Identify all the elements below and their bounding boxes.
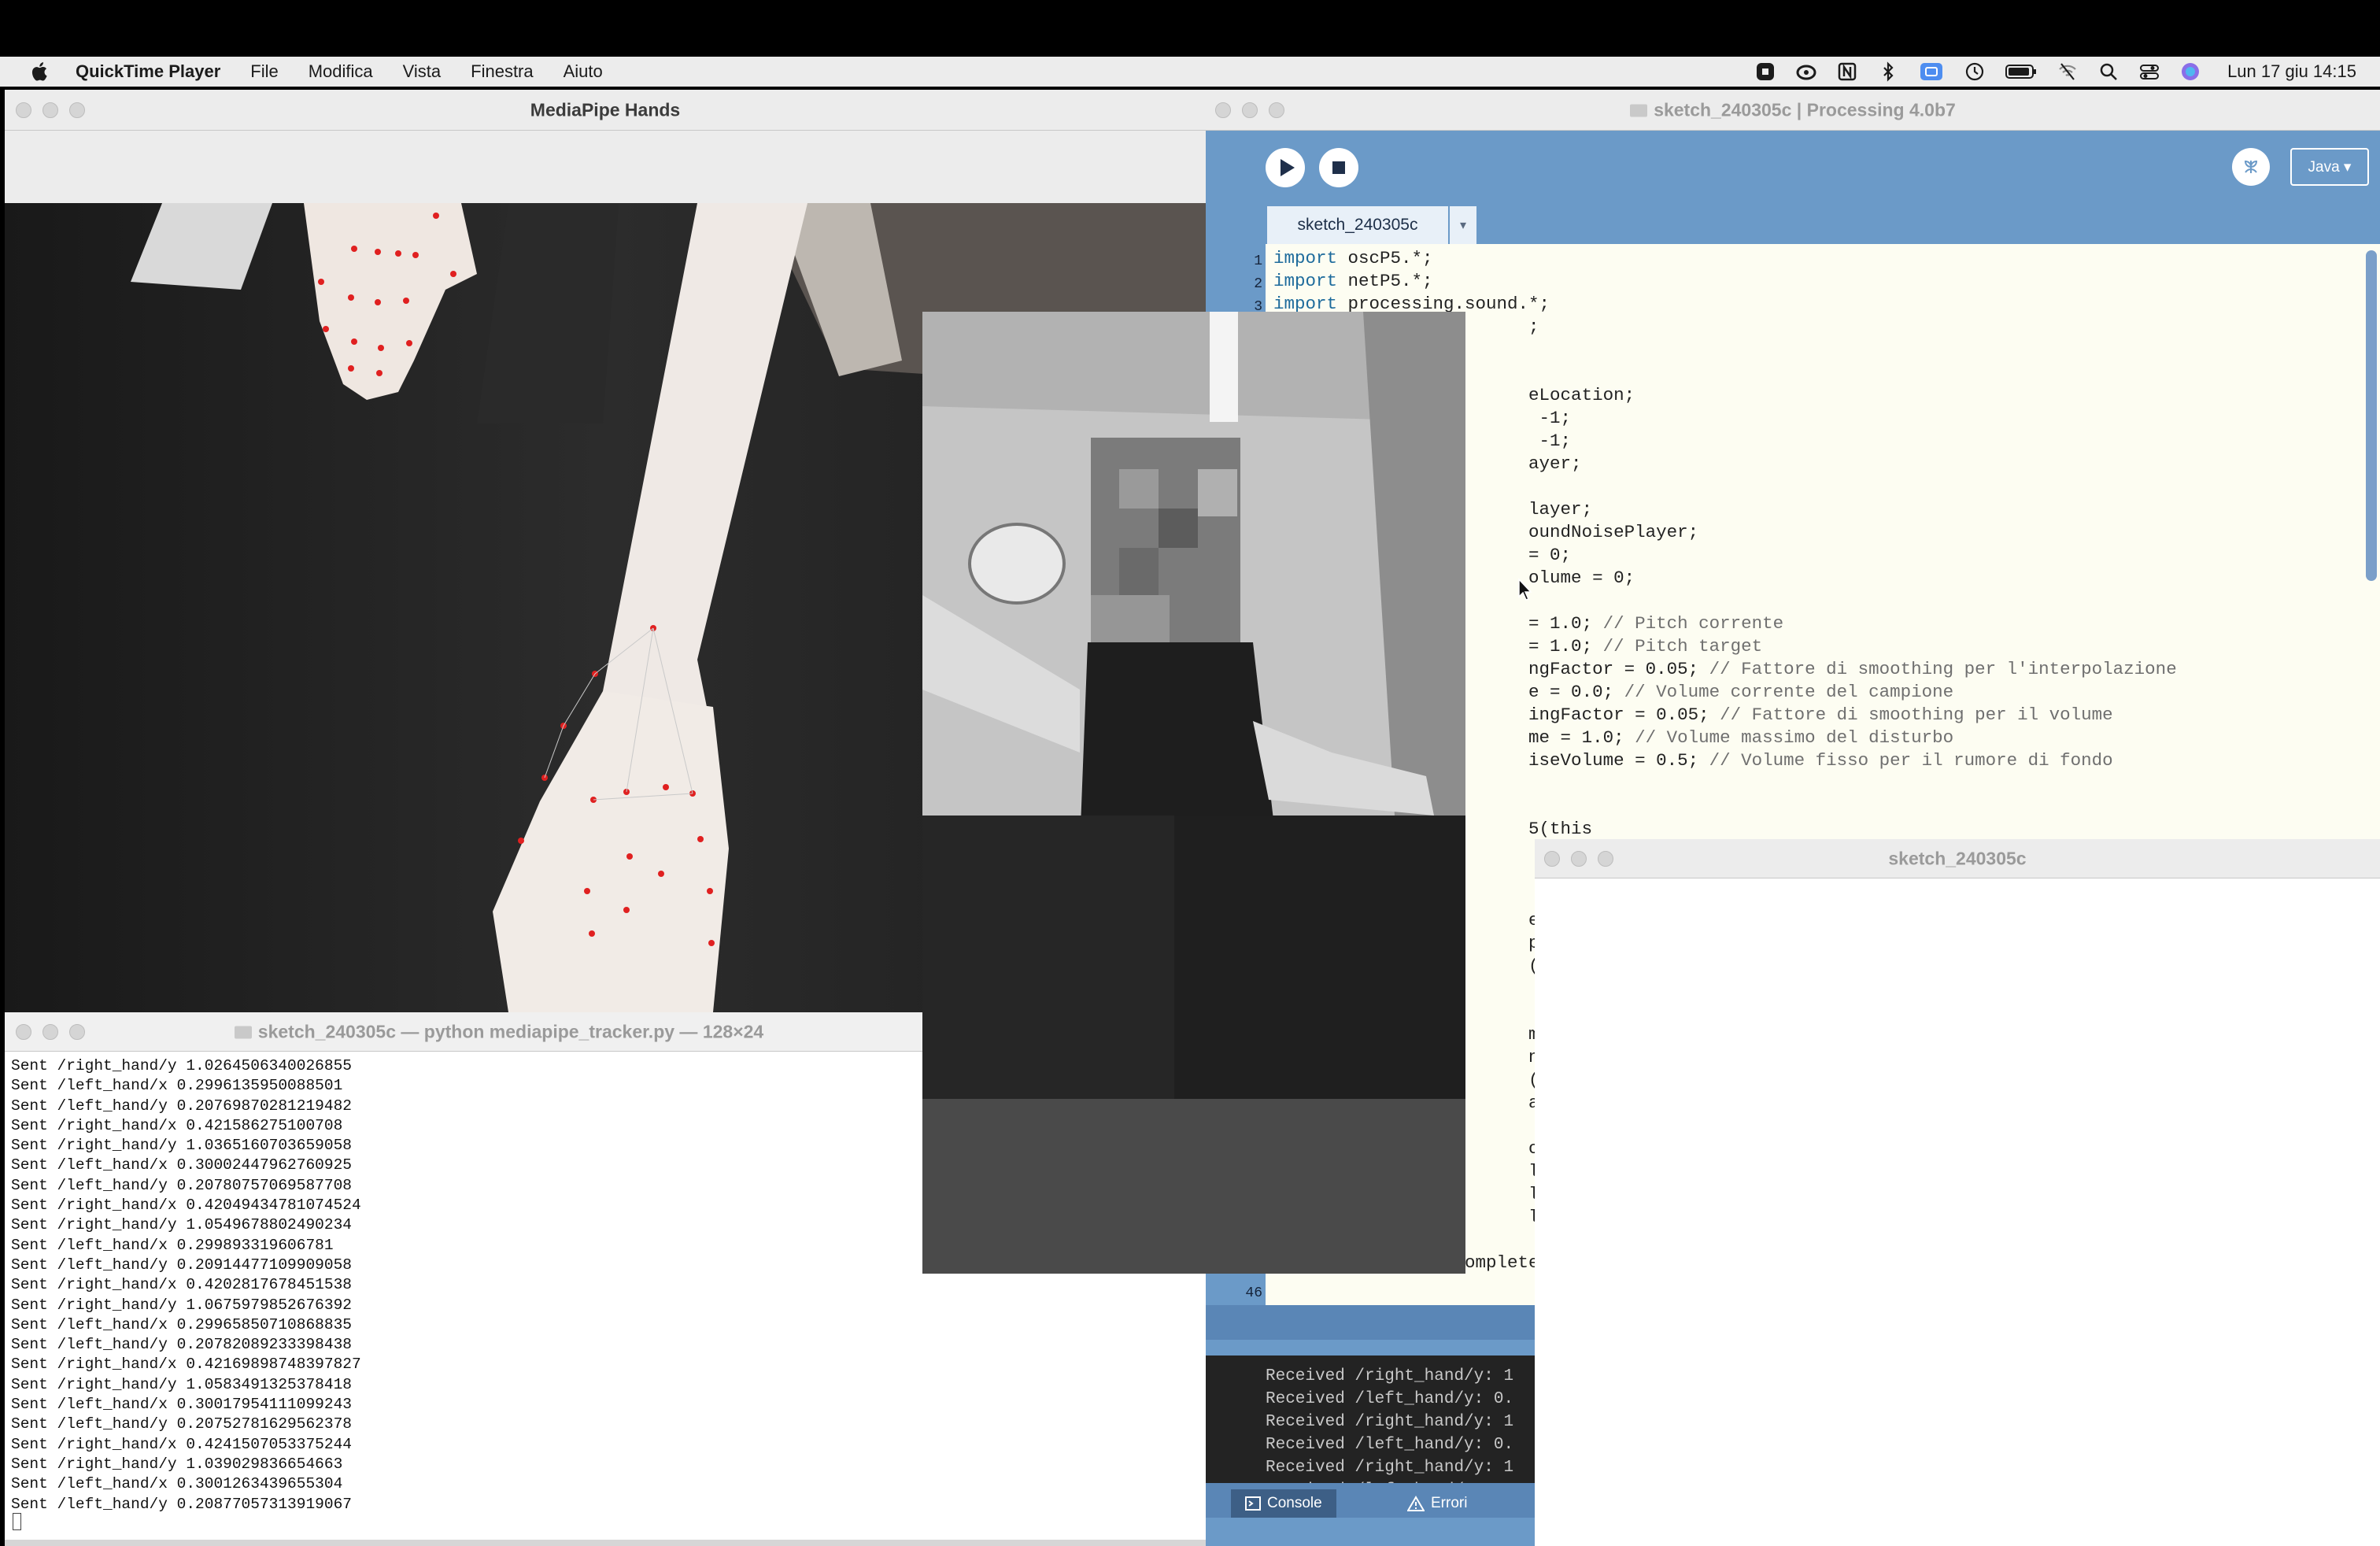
line-number: 2 bbox=[1254, 276, 1262, 292]
play-icon bbox=[1281, 159, 1295, 176]
warning-icon bbox=[1407, 1496, 1425, 1511]
terminal-line: Sent /right_hand/y 1.0549678802490234 bbox=[11, 1216, 352, 1234]
terminal-line: Sent /right_hand/x 0.42169898748397827 bbox=[11, 1356, 361, 1374]
creative-cloud-icon[interactable] bbox=[1796, 61, 1816, 82]
status-area: Lun 17 giu 14:15 bbox=[1755, 57, 2356, 87]
notion-icon[interactable] bbox=[1837, 61, 1857, 82]
menu-finestra[interactable]: Finestra bbox=[471, 61, 533, 82]
terminal-line: Sent /left_hand/x 0.30017954111099243 bbox=[11, 1396, 352, 1414]
folder-icon bbox=[1630, 104, 1648, 117]
console-line: Received /right_hand/y: 1 bbox=[1266, 1459, 1514, 1477]
apple-icon[interactable] bbox=[28, 60, 52, 83]
terminal-line: Sent /right_hand/y 1.0365160703659058 bbox=[11, 1137, 352, 1155]
debug-button[interactable] bbox=[2232, 148, 2270, 186]
sketch-window-title: sketch_240305c bbox=[1888, 848, 2027, 868]
terminal-output[interactable]: Sent /right_hand/y 1.0264506340026855 Sen… bbox=[11, 1056, 361, 1515]
sketch-output-window: sketch_240305c bbox=[1535, 839, 2380, 1546]
terminal-line: Sent /left_hand/y 0.20782089233398438 bbox=[11, 1336, 352, 1354]
control-center-icon[interactable] bbox=[2139, 61, 2160, 82]
code-line: import netP5.*; bbox=[1273, 271, 1433, 291]
webcam-preview bbox=[922, 312, 1465, 1274]
time-machine-icon[interactable] bbox=[1964, 61, 1985, 82]
terminal-line: Sent /left_hand/x 0.299893319606781 bbox=[11, 1236, 334, 1254]
mediapipe-titlebar[interactable]: MediaPipe Hands bbox=[5, 90, 1206, 131]
console-output[interactable]: Received /right_hand/y: 1 Received /left_… bbox=[1266, 1365, 1513, 1502]
mouse-pointer-icon bbox=[1518, 578, 1532, 601]
tab-errors-label: Errori bbox=[1431, 1495, 1468, 1511]
blurred-face bbox=[1091, 438, 1240, 642]
tab-sketch[interactable]: sketch_240305c bbox=[1267, 206, 1448, 244]
terminal-line: Sent /right_hand/x 0.4241507053375244 bbox=[11, 1435, 352, 1453]
terminal-line: Sent /right_hand/x 0.42049434781074524 bbox=[11, 1196, 361, 1215]
menu-modifica[interactable]: Modifica bbox=[309, 61, 373, 82]
console-line: Received /right_hand/y: 1 bbox=[1266, 1367, 1514, 1385]
terminal-line: Sent /right_hand/x 0.4202817678451538 bbox=[11, 1276, 352, 1294]
spotlight-icon[interactable] bbox=[2098, 61, 2119, 82]
menu-vista[interactable]: Vista bbox=[403, 61, 442, 82]
bluetooth-icon[interactable] bbox=[1878, 61, 1898, 82]
console-icon bbox=[1245, 1496, 1261, 1511]
terminal-line: Sent /left_hand/y 0.20752781629562378 bbox=[11, 1415, 352, 1433]
menu-aiuto[interactable]: Aiuto bbox=[564, 61, 603, 82]
mode-selector[interactable]: Java ▾ bbox=[2290, 148, 2369, 186]
display-icon[interactable] bbox=[1919, 61, 1944, 82]
terminal-line: Sent /left_hand/x 0.30002447962760925 bbox=[11, 1156, 352, 1174]
terminal-line: Sent /left_hand/y 0.20877057313919067 bbox=[11, 1495, 352, 1513]
console-line: Received /left_hand/y: 0. bbox=[1266, 1436, 1514, 1454]
terminal-line: Sent /left_hand/y 0.20780757069587708 bbox=[11, 1176, 352, 1194]
mediapipe-toolbar-area bbox=[5, 131, 1206, 203]
console-line: Received /left_hand/y: 0. bbox=[1266, 1390, 1514, 1408]
terminal-line: Sent /left_hand/x 0.2996135950088501 bbox=[11, 1077, 343, 1095]
line-number: 46 bbox=[1245, 1285, 1262, 1301]
terminal-line: Sent /left_hand/x 0.29965850710868835 bbox=[11, 1315, 352, 1333]
console-line: Received /right_hand/y: 1 bbox=[1266, 1413, 1514, 1431]
siri-icon[interactable] bbox=[2180, 61, 2201, 82]
terminal-line: Sent /left_hand/y 0.20914477109909058 bbox=[11, 1256, 352, 1274]
terminal-line: Sent /left_hand/x 0.3001263439655304 bbox=[11, 1475, 343, 1493]
tab-console-label: Console bbox=[1267, 1495, 1322, 1511]
menu-bar: QuickTime Player File Modifica Vista Fin… bbox=[0, 57, 2380, 87]
stop-icon bbox=[1332, 161, 1345, 174]
terminal-line: Sent /right_hand/y 1.0264506340026855 bbox=[11, 1057, 352, 1074]
sketch-titlebar[interactable]: sketch_240305c bbox=[1535, 839, 2380, 878]
stop-button[interactable] bbox=[1319, 148, 1358, 187]
tab-menu-button[interactable]: ▾ bbox=[1450, 206, 1476, 244]
menu-file[interactable]: File bbox=[250, 61, 278, 82]
line-number: 1 bbox=[1254, 253, 1262, 269]
run-button[interactable] bbox=[1266, 148, 1305, 187]
processing-titlebar[interactable]: sketch_240305c | Processing 4.0b7 bbox=[1206, 90, 2380, 131]
tab-errors[interactable]: Errori bbox=[1393, 1489, 1481, 1518]
processing-toolbar: Java ▾ bbox=[1206, 131, 2380, 205]
terminal-scrollbar[interactable] bbox=[5, 1540, 1206, 1546]
battery-icon[interactable] bbox=[2005, 61, 2037, 82]
mediapipe-window-title: MediaPipe Hands bbox=[530, 99, 681, 120]
code-line: import oscP5.*; bbox=[1273, 248, 1433, 268]
terminal-line: Sent /right_hand/y 1.039029836654663 bbox=[11, 1455, 343, 1473]
editor-scrollbar[interactable] bbox=[2366, 250, 2377, 581]
processing-window-title: sketch_240305c | Processing 4.0b7 bbox=[1206, 99, 2380, 120]
tab-console[interactable]: Console bbox=[1231, 1489, 1336, 1518]
terminal-line: Sent /right_hand/x 0.421586275100708 bbox=[11, 1116, 343, 1134]
terminal-line: Sent /right_hand/y 1.0583491325378418 bbox=[11, 1375, 352, 1393]
terminal-cursor bbox=[13, 1513, 21, 1530]
terminal-line: Sent /left_hand/y 0.20769870281219482 bbox=[11, 1097, 352, 1115]
record-icon[interactable] bbox=[1755, 61, 1776, 82]
terminal-line: Sent /right_hand/y 1.0675979852676392 bbox=[11, 1296, 352, 1314]
butterfly-icon bbox=[2244, 160, 2258, 173]
folder-icon bbox=[234, 1026, 252, 1039]
wifi-off-icon[interactable] bbox=[2057, 61, 2078, 82]
menu-clock[interactable]: Lun 17 giu 14:15 bbox=[2227, 61, 2356, 82]
app-name-menu[interactable]: QuickTime Player bbox=[76, 61, 220, 82]
sketch-tab-bar: sketch_240305c ▾ bbox=[1206, 205, 2380, 244]
